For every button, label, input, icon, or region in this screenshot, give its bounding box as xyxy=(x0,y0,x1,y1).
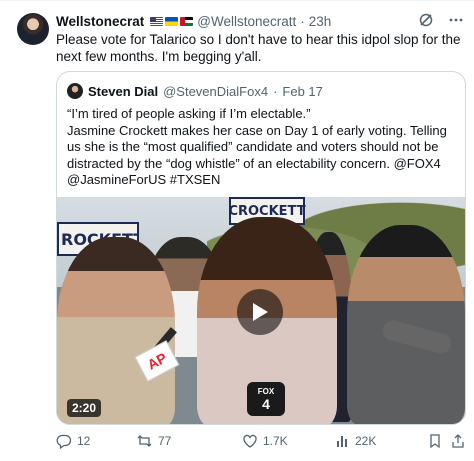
quoted-tweet[interactable]: Steven Dial @StevenDialFox4 · Feb 17 “I’… xyxy=(56,71,466,425)
author-flags xyxy=(150,16,194,26)
views-button[interactable]: 22K xyxy=(336,433,376,449)
quote-text-line1: “I’m tired of people asking if I’m elect… xyxy=(67,106,311,121)
author-avatar[interactable] xyxy=(17,13,49,45)
author-handle[interactable]: @Wellstonecratt xyxy=(197,14,296,29)
like-count: 1.7K xyxy=(263,434,288,448)
video-duration: 2:20 xyxy=(67,399,102,417)
bookmark-button[interactable] xyxy=(428,433,442,449)
tweet-header: Wellstonecrat @Wellstonecratt · 23h xyxy=(56,12,331,30)
fox4-mic-number: 4 xyxy=(262,395,270,412)
like-icon xyxy=(242,433,258,449)
tweet-time[interactable]: 23h xyxy=(309,14,332,29)
video-person xyxy=(57,237,175,424)
play-button[interactable] xyxy=(237,289,283,335)
quote-separator-dot: · xyxy=(273,83,278,99)
quote-text: “I’m tired of people asking if I’m elect… xyxy=(67,106,457,189)
tweet-top-icons xyxy=(418,12,464,28)
play-icon xyxy=(253,303,268,321)
quote-author-handle[interactable]: @StevenDialFox4 xyxy=(163,84,268,99)
like-button[interactable]: 1.7K xyxy=(242,433,288,449)
grok-icon[interactable] xyxy=(418,12,434,28)
ukraine-flag-icon xyxy=(165,16,179,26)
reply-icon xyxy=(56,433,72,449)
quote-author-name[interactable]: Steven Dial xyxy=(88,84,158,99)
reply-count: 12 xyxy=(77,434,91,448)
fox4-microphone-flag: FOX 4 xyxy=(247,382,285,416)
author-name[interactable]: Wellstonecrat xyxy=(56,14,144,29)
repost-icon xyxy=(136,433,153,449)
reply-button[interactable]: 12 xyxy=(56,433,90,449)
quote-video[interactable]: ROCKETT CROCKETT AP FOX 4 2:20 xyxy=(57,197,465,424)
quote-text-body: Jasmine Crockett makes her case on Day 1… xyxy=(67,122,447,188)
quote-header: Steven Dial @StevenDialFox4 · Feb 17 xyxy=(67,83,323,99)
palestine-flag-icon xyxy=(180,16,194,26)
quote-date[interactable]: Feb 17 xyxy=(282,84,322,99)
bookmark-icon xyxy=(428,433,442,449)
quote-author-avatar[interactable] xyxy=(67,83,83,99)
tweet-actions: 12 77 1.7K 22K xyxy=(56,433,466,453)
share-icon xyxy=(451,433,465,449)
separator-dot: · xyxy=(300,13,305,29)
views-icon xyxy=(336,433,350,449)
more-icon[interactable] xyxy=(448,12,464,28)
tweet-card[interactable]: Wellstonecrat @Wellstonecratt · 23h Plea… xyxy=(0,0,474,461)
repost-count: 77 xyxy=(158,434,172,448)
views-count: 22K xyxy=(355,434,377,448)
tweet-text: Please vote for Talarico so I don't have… xyxy=(56,32,461,64)
us-flag-icon xyxy=(150,16,164,26)
fox4-mic-label: FOX xyxy=(257,386,275,396)
repost-button[interactable]: 77 xyxy=(136,433,171,449)
share-button[interactable] xyxy=(451,433,465,449)
